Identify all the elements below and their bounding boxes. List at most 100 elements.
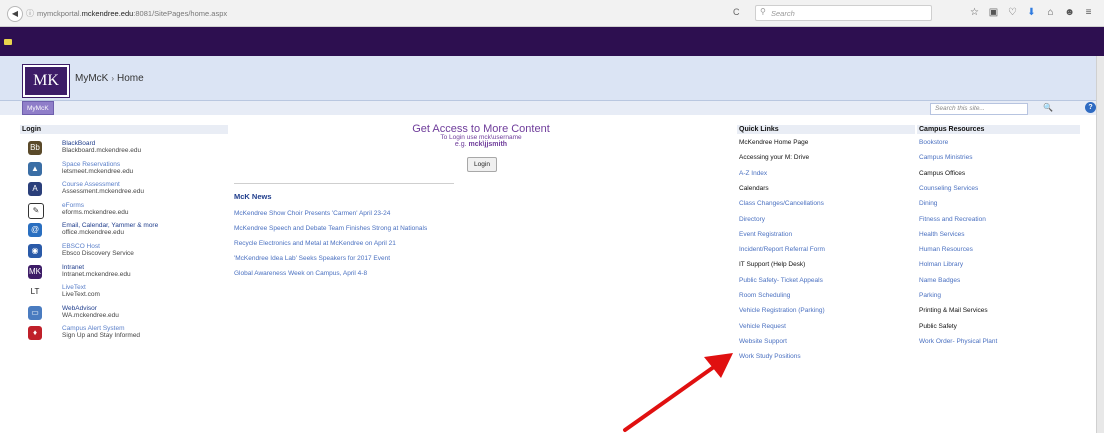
quick-link[interactable]: Vehicle Request — [739, 323, 786, 330]
campus-resource-link[interactable]: Printing & Mail Services — [919, 307, 988, 314]
quick-link[interactable]: Class Changes/Cancellations — [739, 200, 824, 207]
login-item[interactable]: Bb BlackBoard Blackboard.mckendree.edu — [20, 138, 240, 158]
login-item[interactable]: LT LiveText LiveText.com — [20, 282, 240, 302]
quick-link[interactable]: Accessing your M: Drive — [739, 154, 809, 161]
quick-links-heading: Quick Links — [737, 125, 915, 134]
breadcrumb: MyMcK › Home — [75, 73, 144, 84]
folder-icon[interactable] — [4, 39, 12, 45]
scrollbar[interactable] — [1096, 56, 1104, 433]
login-item-name[interactable]: LiveText — [62, 284, 86, 291]
quick-link[interactable]: Work Study Positions — [739, 353, 801, 360]
login-item-url: eforms.mckendree.edu — [62, 208, 129, 216]
login-item-url: WA.mckendree.edu — [62, 311, 119, 319]
login-item-url: office.mckendree.edu — [62, 229, 125, 237]
space-reservations-icon: ▲ — [28, 161, 42, 176]
quick-link[interactable]: Event Registration — [739, 231, 792, 238]
login-item-name[interactable]: Course Assessment — [62, 181, 120, 188]
course-assessment-icon: A — [28, 182, 42, 197]
access-example-user: mck\jjsmith — [468, 141, 508, 148]
tab-mymck[interactable]: MyMcK — [22, 101, 54, 115]
campus-resource-link[interactable]: Bookstore — [919, 139, 948, 146]
login-item-url: LiveText.com — [62, 291, 100, 299]
login-item-name[interactable]: eForms — [62, 202, 84, 209]
login-item-name[interactable]: WebAdvisor — [62, 305, 97, 312]
login-item[interactable]: ▲ Space Reservations letsmeet.mckendree.ed… — [20, 159, 240, 179]
menu-icon[interactable]: ≡ — [1079, 7, 1098, 18]
access-example-prefix: e.g. — [454, 141, 469, 148]
news-item-link[interactable]: McKendree Show Choir Presents 'Carmen' A… — [234, 210, 390, 217]
login-item-url: letsmeet.mckendree.edu — [62, 167, 134, 175]
news-item-link[interactable]: 'McKendree Idea Lab' Seeks Speakers for … — [234, 255, 390, 262]
toolbar-icons: ☆ ▣ ♡ ⬇ ⌂ ☻ ≡ — [965, 7, 1098, 18]
url-domain: mckendree.edu — [81, 9, 134, 18]
login-item[interactable]: ◉ EBSCO Host Ebsco Discovery Service — [20, 241, 240, 261]
login-item[interactable]: ♦ Campus Alert System Sign Up and Stay Inf… — [20, 323, 240, 343]
news-item-link[interactable]: Global Awareness Week on Campus, April 4… — [234, 270, 367, 277]
login-item-url: Intranet.mckendree.edu — [62, 270, 131, 278]
campus-resource-link[interactable]: Dining — [919, 200, 937, 207]
login-item-name[interactable]: BlackBoard — [62, 140, 95, 147]
campus-resource-link[interactable]: Health Services — [919, 231, 965, 238]
login-button[interactable]: Login — [467, 157, 497, 172]
campus-resource-link[interactable]: Fitness and Recreation — [919, 216, 986, 223]
title-area — [0, 56, 1096, 101]
site-title-link[interactable]: MyMcK — [75, 73, 108, 84]
quick-link[interactable]: A-Z Index — [739, 170, 767, 177]
campus-resource-link[interactable]: Campus Offices — [919, 170, 965, 177]
campus-resource-link[interactable]: Parking — [919, 292, 941, 299]
login-item[interactable]: A Course Assessment Assessment.mckendree.e… — [20, 179, 240, 199]
quick-link[interactable]: Vehicle Registration (Parking) — [739, 307, 825, 314]
url-prefix: mymckportal. — [37, 9, 82, 18]
campus-resource-link[interactable]: Counseling Services — [919, 185, 978, 192]
login-heading: Login — [20, 125, 228, 134]
pocket-icon[interactable]: ♡ — [1003, 7, 1022, 18]
site-logo[interactable]: MK — [22, 64, 70, 98]
home-icon[interactable]: ⌂ — [1041, 7, 1060, 18]
campus-resource-link[interactable]: Name Badges — [919, 277, 960, 284]
breadcrumb-separator: › — [111, 74, 115, 83]
browser-search-input[interactable]: ⚲ Search — [755, 5, 932, 21]
login-item[interactable]: ✎ eForms eforms.mckendree.edu — [20, 200, 240, 220]
quick-link[interactable]: Website Support — [739, 338, 787, 345]
quick-link[interactable]: Directory — [739, 216, 765, 223]
login-item-name[interactable]: Email, Calendar, Yammer & more — [62, 222, 158, 229]
url-field[interactable]: mymckportal.mckendree.edu:8081/SitePages… — [37, 9, 227, 18]
news-item-link[interactable]: Recycle Electronics and Metal at McKendr… — [234, 240, 396, 247]
campus-resource-link[interactable]: Holman Library — [919, 261, 963, 268]
help-icon[interactable]: ? — [1085, 102, 1096, 113]
campus-resource-link[interactable]: Human Resources — [919, 246, 973, 253]
login-item[interactable]: MK Intranet Intranet.mckendree.edu — [20, 262, 240, 282]
quick-link[interactable]: Incident/Report Referral Form — [739, 246, 825, 253]
campus-resource-link[interactable]: Public Safety — [919, 323, 957, 330]
reload-icon[interactable]: C — [733, 7, 740, 17]
site-search-placeholder: Search this site... — [935, 105, 985, 112]
login-item-name[interactable]: Campus Alert System — [62, 325, 125, 332]
quick-link[interactable]: Public Safety- Ticket Appeals — [739, 277, 823, 284]
login-item-url: Ebsco Discovery Service — [62, 250, 134, 257]
campus-resource-link[interactable]: Campus Ministries — [919, 154, 972, 161]
search-icon: ⚲ — [760, 7, 766, 16]
back-button[interactable]: ◀ — [7, 6, 23, 22]
site-search-input[interactable]: Search this site... — [930, 103, 1028, 115]
account-icon[interactable]: ☻ — [1060, 7, 1079, 18]
quick-link[interactable]: Room Scheduling — [739, 292, 790, 299]
login-item[interactable]: ▭ WebAdvisor WA.mckendree.edu — [20, 303, 240, 323]
campus-resource-link[interactable]: Work Order- Physical Plant — [919, 338, 997, 345]
news-heading: McK News — [234, 192, 272, 201]
info-icon[interactable]: ⓘ — [26, 8, 34, 19]
login-item[interactable]: @ Email, Calendar, Yammer & more office.mc… — [20, 220, 240, 240]
login-item-url: Assessment.mckendree.edu — [62, 188, 145, 196]
quick-link[interactable]: McKendree Home Page — [739, 139, 808, 146]
page-title: Home — [117, 73, 144, 84]
login-item-name[interactable]: Intranet — [62, 264, 84, 271]
login-item-name[interactable]: EBSCO Host — [62, 243, 100, 250]
news-item-link[interactable]: McKendree Speech and Debate Team Finishe… — [234, 225, 427, 232]
login-item-name[interactable]: Space Reservations — [62, 161, 120, 168]
download-icon[interactable]: ⬇ — [1022, 7, 1041, 18]
quick-link[interactable]: Calendars — [739, 185, 769, 192]
star-icon[interactable]: ☆ — [965, 7, 984, 18]
campus-alert-icon: ♦ — [28, 326, 42, 341]
reading-list-icon[interactable]: ▣ — [984, 7, 1003, 18]
search-go-button[interactable]: 🔍 — [1034, 102, 1062, 114]
quick-link[interactable]: IT Support (Help Desk) — [739, 261, 805, 268]
